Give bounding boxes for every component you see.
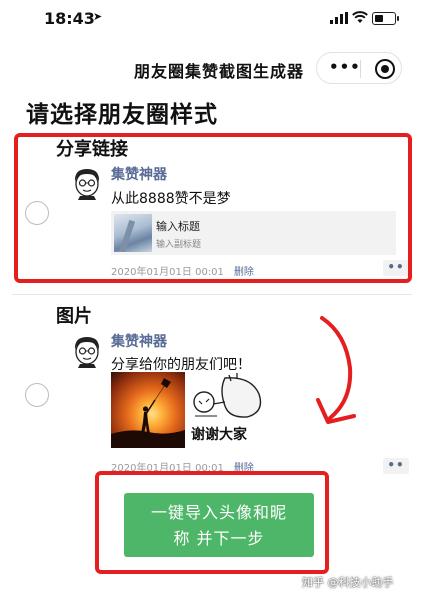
- wifi-icon: [352, 11, 368, 23]
- nickname: 集赞神器: [111, 334, 167, 350]
- radio-image[interactable]: [25, 383, 49, 407]
- annotation-arrow-icon: [316, 316, 356, 424]
- location-arrow-icon: ➤: [93, 10, 103, 23]
- capsule-menu[interactable]: •••: [316, 52, 402, 84]
- thanks-sticker-icon: [193, 373, 262, 418]
- cellular-signal-icon: [330, 12, 348, 24]
- avatar: [70, 334, 104, 368]
- annotation-box-button: [95, 471, 329, 574]
- kite-silhouette-icon: [111, 378, 185, 448]
- post-text: 分享给你的朋友们吧！: [111, 357, 251, 373]
- close-miniprogram-icon[interactable]: [375, 59, 395, 79]
- divider: [12, 294, 412, 295]
- watermark: 知乎 @科技小助手: [302, 576, 394, 589]
- status-time: 18:43: [44, 9, 95, 28]
- post-image-kite-sunset: [111, 372, 185, 448]
- style-title-image: 图片: [56, 306, 92, 327]
- page-heading: 请选择朋友圈样式: [26, 102, 218, 128]
- nav-title: 朋友圈集赞截图生成器: [134, 62, 305, 81]
- post-image-thanks: 谢谢大家: [189, 372, 271, 452]
- battery-icon: [372, 12, 399, 25]
- image-caption: 谢谢大家: [191, 427, 247, 443]
- comment-button[interactable]: ••: [383, 458, 409, 474]
- capsule-divider: [360, 60, 361, 78]
- avatar-cartoon-icon: [74, 337, 100, 368]
- status-bar: 18:43 ➤: [12, 0, 412, 40]
- annotation-box-share-link: [14, 133, 412, 283]
- more-options-icon[interactable]: •••: [329, 58, 361, 76]
